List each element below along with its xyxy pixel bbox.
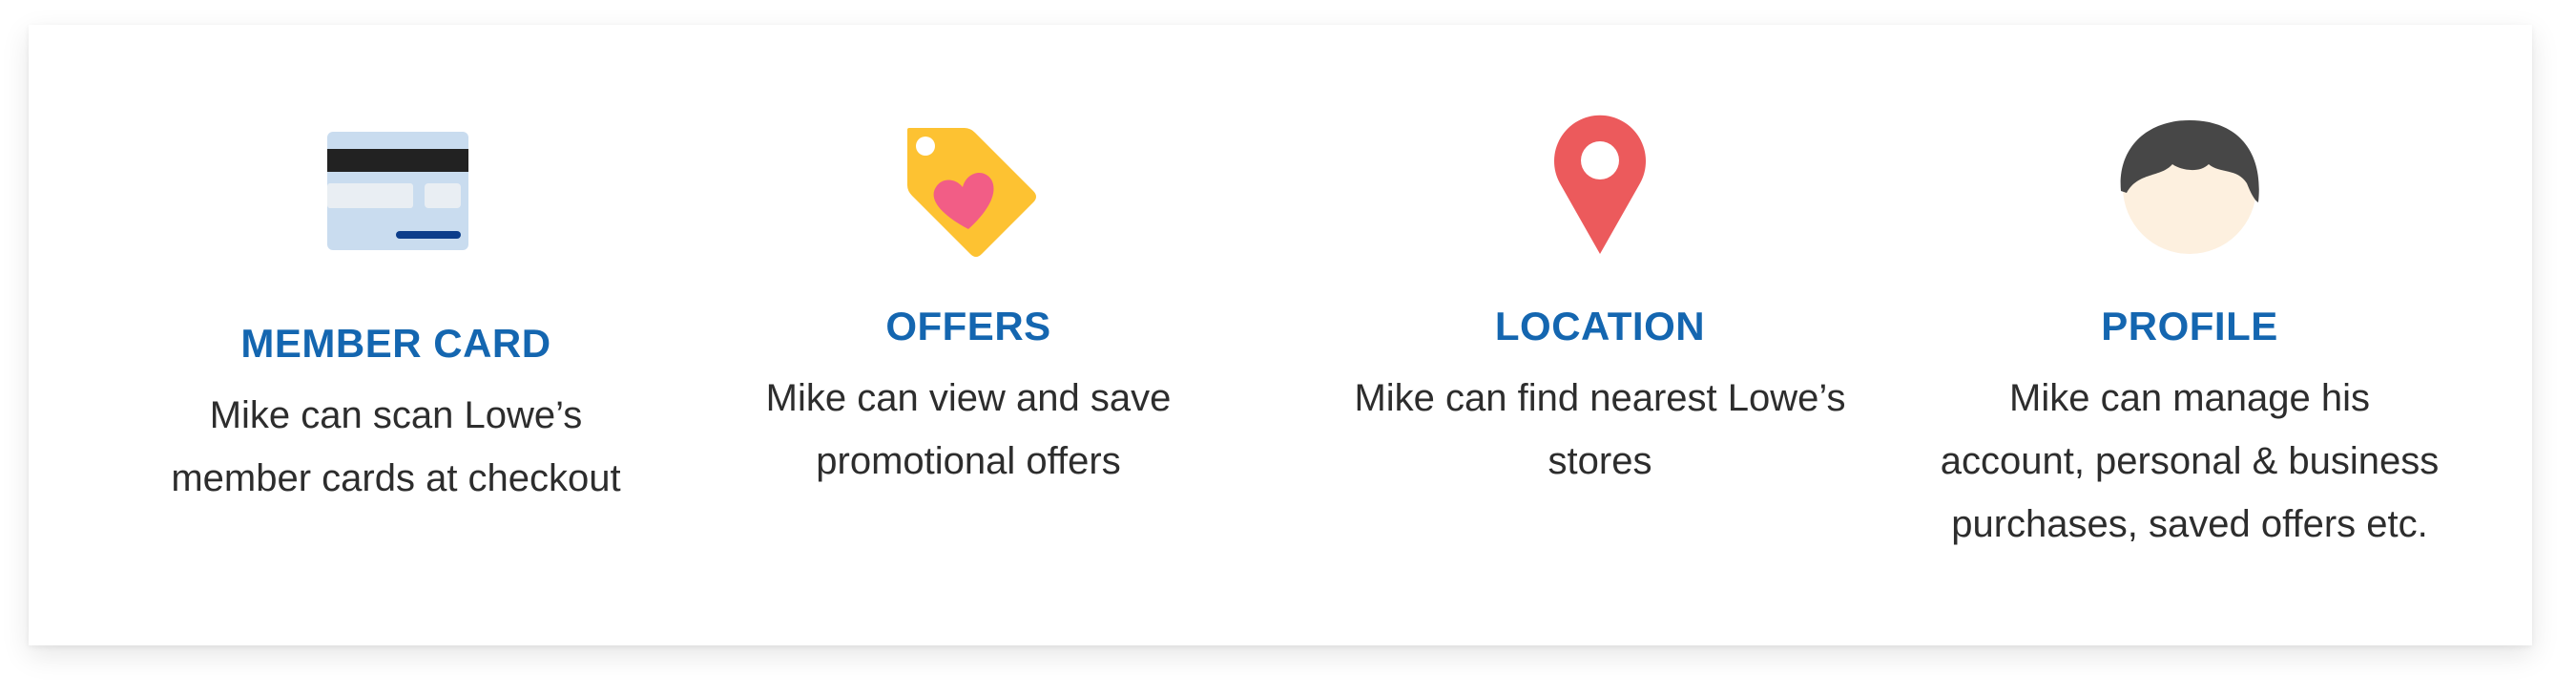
- description-line: account, personal & business: [1940, 440, 2440, 482]
- description-line: member cards at checkout: [171, 457, 621, 499]
- description-line: purchases, saved offers etc.: [1951, 503, 2428, 545]
- description-line: Mike can manage his: [2009, 377, 2370, 419]
- member-card-icon: [301, 111, 491, 273]
- feature-title: PROFILE: [2101, 304, 2278, 348]
- feature-description: Mike can view and save promotional offer…: [682, 367, 1255, 493]
- description-line: Mike can view and save: [765, 377, 1172, 419]
- feature-title: MEMBER CARD: [240, 321, 551, 366]
- features-panel: MEMBER CARD Mike can scan Lowe’s member …: [29, 25, 2532, 645]
- location-pin-icon: [1505, 111, 1695, 273]
- feature-offers[interactable]: OFFERS Mike can view and save promotiona…: [673, 25, 1264, 645]
- description-line: Mike can find nearest Lowe’s: [1354, 377, 1846, 419]
- feature-title: LOCATION: [1494, 304, 1706, 348]
- feature-description: Mike can find nearest Lowe’s stores: [1314, 367, 1886, 493]
- feature-location[interactable]: LOCATION Mike can find nearest Lowe’s st…: [1304, 25, 1896, 645]
- description-line: Mike can scan Lowe’s: [209, 394, 583, 436]
- profile-avatar-icon: [2094, 111, 2285, 273]
- description-line: promotional offers: [816, 440, 1121, 482]
- feature-profile[interactable]: PROFILE Mike can manage his account, per…: [1894, 25, 2485, 645]
- feature-description: Mike can manage his account, personal & …: [1903, 367, 2476, 556]
- feature-description: Mike can scan Lowe’s member cards at che…: [110, 384, 682, 510]
- description-line: stores: [1548, 440, 1652, 482]
- feature-member-card[interactable]: MEMBER CARD Mike can scan Lowe’s member …: [100, 25, 692, 645]
- feature-title: OFFERS: [885, 304, 1051, 348]
- offer-tag-icon: [873, 111, 1064, 273]
